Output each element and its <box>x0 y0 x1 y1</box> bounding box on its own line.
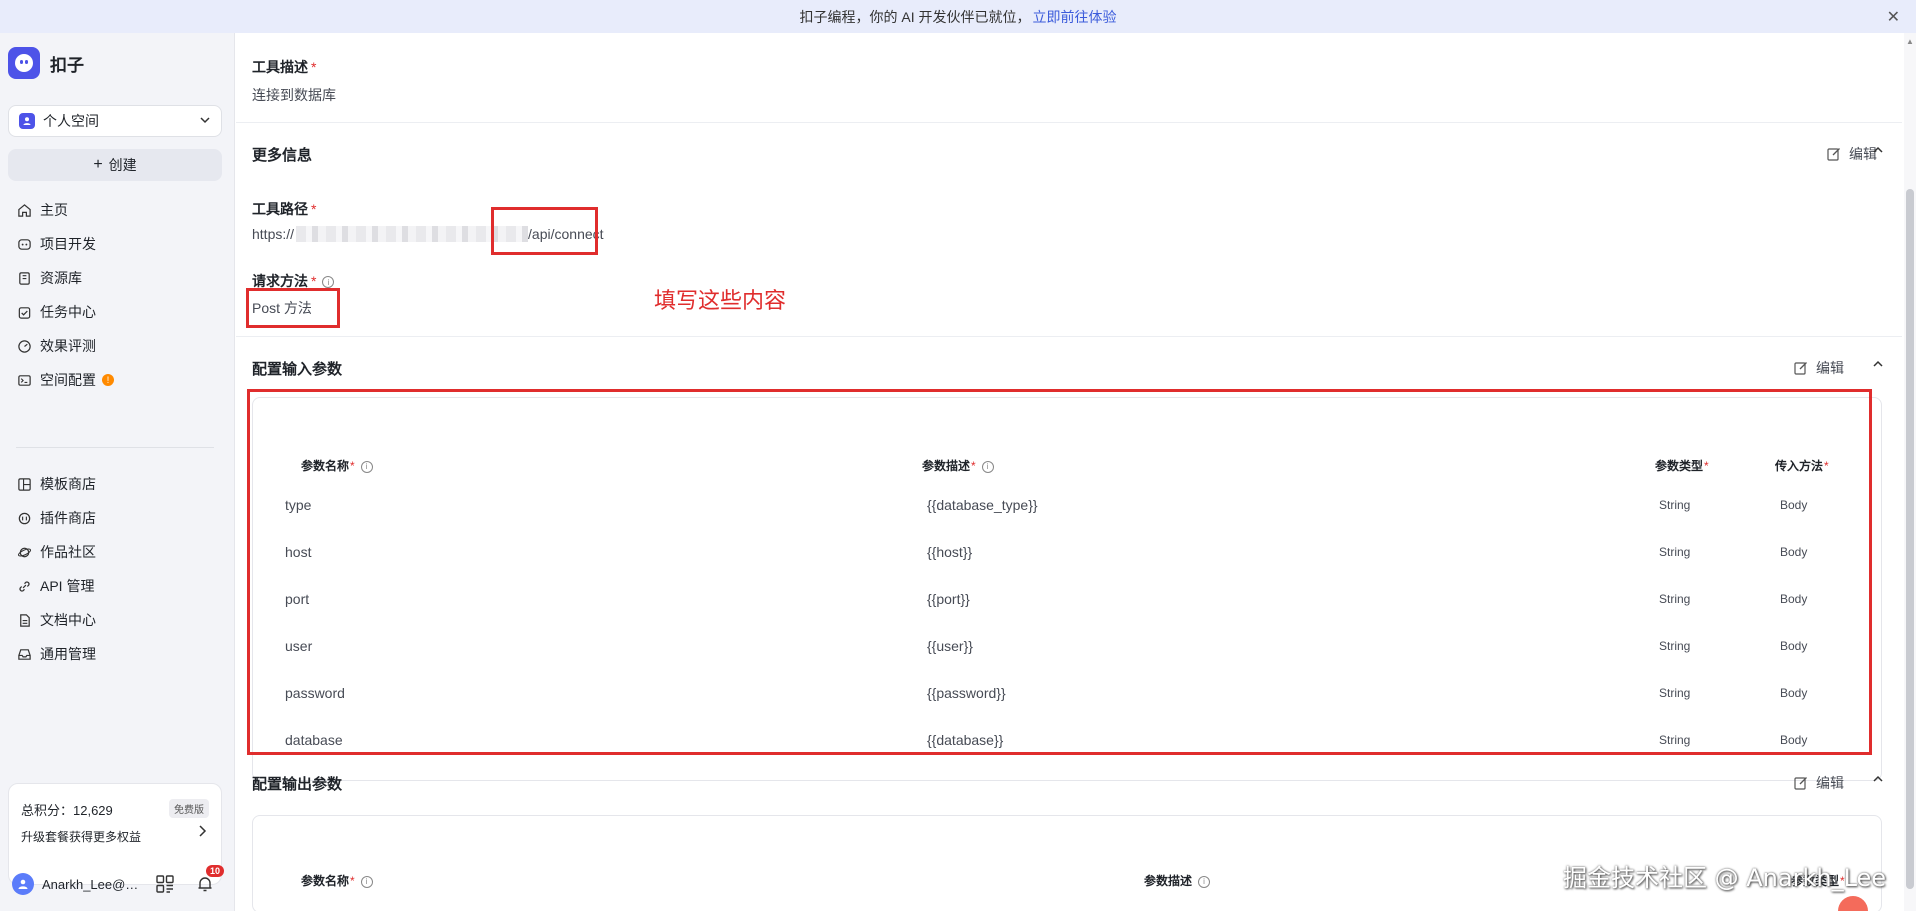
watermark: 掘金技术社区 @ Anarkh_Lee <box>1563 864 1887 892</box>
output-params-title: 配置输出参数 <box>252 776 343 793</box>
sidebar-item-label: 通用管理 <box>40 646 96 662</box>
sidebar-item-home[interactable]: 主页 <box>8 193 222 227</box>
sidebar-item-label: 插件商店 <box>40 510 96 526</box>
tool-path-label: 工具路径 * <box>252 201 317 217</box>
scroll-up-icon[interactable]: ▲ <box>1906 37 1914 46</box>
space-select-label: 个人空间 <box>43 113 99 129</box>
sidebar-item-plugins[interactable]: 插件商店 <box>8 501 222 535</box>
bot-icon <box>16 236 32 252</box>
task-icon <box>16 304 32 320</box>
secondary-nav: 模板商店 插件商店 作品社区 API 管理 文档中心 通用管理 <box>8 467 222 671</box>
sidebar-item-label: 任务中心 <box>40 304 96 320</box>
brand-name: 扣子 <box>50 55 84 75</box>
plan-badge: 免费版 <box>169 799 209 818</box>
doc-icon <box>16 612 32 628</box>
brand[interactable]: 扣子 <box>8 47 84 79</box>
chevron-up-icon[interactable] <box>1872 143 1884 159</box>
sidebar-item-label: API 管理 <box>40 578 95 594</box>
library-icon <box>16 270 32 286</box>
info-icon[interactable]: i <box>322 276 335 289</box>
column-header: 参数名称* i <box>301 872 373 889</box>
close-icon[interactable]: ✕ <box>1887 7 1900 27</box>
link-icon <box>16 578 32 594</box>
scrollbar[interactable]: ▲ <box>1904 33 1916 911</box>
sidebar-item-library[interactable]: 资源库 <box>8 261 222 295</box>
home-icon <box>16 202 32 218</box>
sidebar-item-general[interactable]: 通用管理 <box>8 637 222 671</box>
info-icon[interactable]: i <box>1198 875 1211 888</box>
coze-logo-icon <box>8 47 40 79</box>
user-name[interactable]: Anarkh_Lee@… <box>42 877 142 892</box>
sidebar-item-evaluation[interactable]: 效果评测 <box>8 329 222 363</box>
sidebar-item-docs[interactable]: 文档中心 <box>8 603 222 637</box>
sidebar-item-label: 空间配置 <box>40 372 96 388</box>
more-info-title: 更多信息 <box>252 147 313 164</box>
annotation-text: 填写这些内容 <box>654 288 787 313</box>
space-select[interactable]: 个人空间 <box>8 105 222 137</box>
plugin-icon <box>16 510 32 526</box>
sidebar-item-community[interactable]: 作品社区 <box>8 535 222 569</box>
sidebar-item-space-config[interactable]: 空间配置 ! <box>8 363 222 397</box>
sidebar-item-api[interactable]: API 管理 <box>8 569 222 603</box>
more-info-edit-button[interactable]: 编辑 <box>1827 144 1877 164</box>
gauge-icon <box>16 338 32 354</box>
chevron-right-icon <box>197 824 207 840</box>
sidebar-item-label: 作品社区 <box>40 544 96 560</box>
sidebar-item-label: 资源库 <box>40 270 82 286</box>
annotation-box-method <box>246 288 340 328</box>
sidebar-item-projects[interactable]: 项目开发 <box>8 227 222 261</box>
user-icon <box>19 113 35 129</box>
primary-nav: 主页 项目开发 资源库 任务中心 效果评测 空间配置 ! <box>8 193 222 397</box>
chevron-down-icon <box>199 114 211 129</box>
chevron-up-icon[interactable] <box>1872 772 1884 788</box>
sidebar-item-label: 效果评测 <box>40 338 96 354</box>
annotation-box-path <box>491 207 598 255</box>
banner-link[interactable]: 立即前往体验 <box>1033 7 1117 27</box>
sidebar-item-label: 主页 <box>40 202 68 218</box>
scrollbar-thumb[interactable] <box>1906 189 1914 889</box>
banner-text: 扣子编程，你的 AI 开发伙伴已就位， <box>799 8 1031 25</box>
sidebar-item-label: 项目开发 <box>40 236 96 252</box>
column-header: 参数描述 i <box>1144 872 1211 889</box>
chevron-up-icon[interactable] <box>1872 357 1884 373</box>
template-icon <box>16 476 32 492</box>
sidebar-item-label: 文档中心 <box>40 612 96 628</box>
output-params-edit-button[interactable]: 编辑 <box>1794 773 1844 793</box>
tool-desc-label: 工具描述 * <box>252 59 317 75</box>
inbox-icon <box>16 646 32 662</box>
tool-desc-value: 连接到数据库 <box>252 87 336 103</box>
points-card[interactable]: 总积分：12,629 免费版 升级套餐获得更多权益 <box>8 783 222 885</box>
create-button-label: 创建 <box>108 157 137 173</box>
sidebar-item-tasks[interactable]: 任务中心 <box>8 295 222 329</box>
create-button[interactable]: + 创建 <box>8 149 222 181</box>
upgrade-link[interactable]: 升级套餐获得更多权益 <box>21 828 141 845</box>
sidebar: 扣子 个人空间 + 创建 主页 项目开发 资源库 任务中心 效果评测 空间配置 … <box>0 33 235 911</box>
edit-icon <box>1827 147 1841 161</box>
section-divider <box>236 122 1902 123</box>
points-total: 总积分：12,629 <box>21 803 113 818</box>
sidebar-item-label: 模板商店 <box>40 476 96 492</box>
nav-divider <box>16 447 214 448</box>
planet-icon <box>16 544 32 560</box>
info-icon[interactable]: i <box>360 875 373 888</box>
plus-icon: + <box>93 156 103 173</box>
terminal-icon <box>16 372 32 388</box>
top-banner: 扣子编程，你的 AI 开发伙伴已就位， 立即前往体验 ✕ <box>0 0 1916 33</box>
apps-grid-icon[interactable] <box>156 875 174 896</box>
bell-icon[interactable] <box>196 875 214 896</box>
user-row: Anarkh_Lee@… 10 <box>12 865 225 896</box>
alert-badge: ! <box>102 374 114 386</box>
avatar[interactable] <box>12 873 34 895</box>
section-divider <box>236 336 1902 337</box>
edit-icon <box>1794 776 1808 790</box>
input-params-title: 配置输入参数 <box>252 361 343 378</box>
annotation-box-params <box>247 389 1872 755</box>
notification-badge: 10 <box>206 865 225 877</box>
sidebar-item-templates[interactable]: 模板商店 <box>8 467 222 501</box>
input-params-edit-button[interactable]: 编辑 <box>1794 358 1844 378</box>
edit-icon <box>1794 361 1808 375</box>
